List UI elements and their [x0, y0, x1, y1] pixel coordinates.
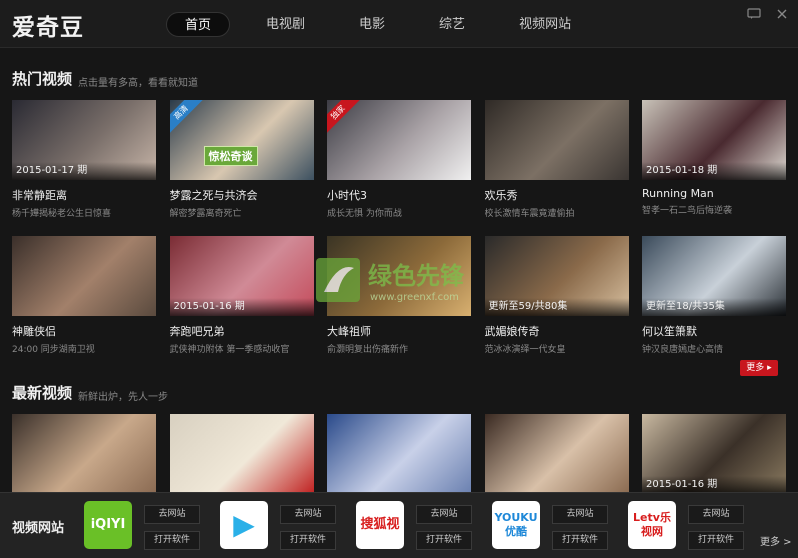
more-hot-videos-button[interactable]: 更多 ▸ [740, 360, 778, 376]
video-title[interactable]: 欢乐秀 [485, 187, 629, 203]
tab-variety[interactable]: 综艺 [421, 12, 483, 37]
video-card[interactable]: 独家 小时代3 成长无惧 为你而战 [327, 100, 471, 219]
video-card[interactable]: 高清 惊松奇谈 梦露之死与共济会 解密梦露离奇死亡 [169, 100, 314, 219]
letv-logo[interactable]: Letv乐视网 [628, 501, 676, 549]
video-thumbnail[interactable]: 2015-01-18 期 [642, 100, 786, 180]
site-iqiyi: iQIYI 去网站 打开软件 [84, 501, 204, 551]
video-description: 钟汉良唐嫣虐心高情 [642, 345, 724, 355]
video-description: 武侠神功附体 第一季感动收官 [169, 345, 290, 355]
video-title[interactable]: 非常静距离 [12, 187, 156, 203]
tab-movies[interactable]: 电影 [341, 12, 403, 37]
video-description: 智孝一石二鸟后悔逆袭 [642, 206, 733, 216]
video-card[interactable]: 2015-01-17 期 非常静距离 杨千嬅揭秘老公生日惊喜 [12, 100, 156, 219]
video-description: 成长无惧 为你而战 [327, 209, 402, 219]
video-thumbnail[interactable]: 2015-01-16 期 [642, 414, 786, 494]
video-thumbnail[interactable] [327, 414, 471, 494]
go-website-button[interactable]: 去网站 [416, 505, 472, 524]
app-logo: 爱奇豆 [12, 15, 84, 41]
episode-label: 2015-01-17 期 [12, 162, 156, 180]
video-card[interactable]: 2015-01-18 期 Running Man 智孝一石二鸟后悔逆袭 [642, 100, 786, 219]
site-tencent-video: ▶ 去网站 打开软件 [220, 501, 340, 551]
video-thumbnail[interactable] [12, 236, 156, 316]
open-app-button[interactable]: 打开软件 [280, 531, 336, 550]
open-app-button[interactable]: 打开软件 [552, 531, 608, 550]
episode-label: 2015-01-16 期 [169, 298, 314, 316]
tab-tv-series[interactable]: 电视剧 [248, 12, 323, 37]
video-title[interactable]: 何以笙箫默 [642, 323, 786, 339]
video-thumbnail[interactable] [12, 414, 156, 494]
episode-label: 2015-01-18 期 [642, 162, 786, 180]
open-app-button[interactable]: 打开软件 [144, 531, 200, 550]
video-sites-bar: 视频网站 iQIYI 去网站 打开软件 ▶ 去网站 打开软件 搜狐视频 去网站 … [0, 492, 798, 558]
go-website-button[interactable]: 去网站 [280, 505, 336, 524]
video-card[interactable] [12, 414, 156, 494]
video-card[interactable]: 2015-01-16 期 [642, 414, 786, 494]
video-title[interactable]: 神雕侠侣 [12, 323, 156, 339]
site-sohu-video: 搜狐视频 去网站 打开软件 [356, 501, 476, 551]
top-bar: 爱奇豆 首页 电视剧 电影 综艺 视频网站 [0, 0, 798, 48]
video-title[interactable]: 大峰祖师 [327, 323, 471, 339]
site-watermark: 绿色先锋 www.greenxf.com [314, 252, 514, 308]
video-description: 范冰冰演绎一代女皇 [484, 345, 566, 355]
video-card[interactable] [327, 414, 471, 494]
go-website-button[interactable]: 去网站 [552, 505, 608, 524]
youku-logo[interactable]: YOUKU优酷 [492, 501, 540, 549]
video-title[interactable]: 小时代3 [327, 187, 471, 203]
video-card[interactable]: 欢乐秀 校长激情车震竟遭偷拍 [484, 100, 629, 219]
latest-row: 2015-01-16 期 [12, 414, 786, 494]
video-description: 解密梦露离奇死亡 [169, 209, 242, 219]
watermark-text: 绿色先锋 [368, 262, 465, 290]
video-thumbnail[interactable]: 2015-01-17 期 [12, 100, 156, 180]
go-website-button[interactable]: 去网站 [688, 505, 744, 524]
exclusive-badge: 独家 [327, 100, 361, 135]
chat-icon[interactable] [746, 8, 762, 22]
episode-label: 更新至18/共35集 [642, 298, 786, 316]
go-website-button[interactable]: 去网站 [144, 505, 200, 524]
sohu-video-logo[interactable]: 搜狐视频 [356, 501, 404, 549]
iqiyi-logo[interactable]: iQIYI [84, 501, 132, 549]
close-icon[interactable] [774, 8, 790, 22]
video-thumbnail[interactable]: 更新至18/共35集 [642, 236, 786, 316]
video-description: 校长激情车震竟遭偷拍 [484, 209, 575, 219]
video-title[interactable]: 梦露之死与共济会 [170, 187, 314, 203]
video-thumbnail[interactable] [169, 414, 314, 494]
open-app-button[interactable]: 打开软件 [416, 531, 472, 550]
video-title[interactable]: 奔跑吧兄弟 [170, 323, 314, 339]
video-thumbnail[interactable]: 2015-01-16 期 [169, 236, 314, 316]
video-card[interactable]: 更新至18/共35集 何以笙箫默 钟汉良唐嫣虐心高情 [642, 236, 786, 355]
show-logo-overlay: 惊松奇谈 [203, 146, 258, 166]
video-description: 24:00 同步湖南卫视 [12, 345, 95, 355]
video-description: 杨千嬅揭秘老公生日惊喜 [12, 209, 112, 219]
hot-section-title: 热门视频 [12, 70, 73, 88]
video-description: 俞灏明复出伤痛新作 [327, 345, 409, 355]
video-title[interactable]: 武媚娘传奇 [485, 323, 629, 339]
latest-section-title: 最新视频 [12, 384, 73, 402]
video-card[interactable] [169, 414, 314, 494]
site-youku: YOUKU优酷 去网站 打开软件 [492, 501, 612, 551]
open-app-button[interactable]: 打开软件 [688, 531, 744, 550]
watermark-url: www.greenxf.com [370, 292, 459, 303]
video-sites-label: 视频网站 [12, 521, 65, 536]
hot-section-subtitle: 点击量有多高，看看就知道 [78, 78, 198, 89]
tencent-video-logo[interactable]: ▶ [220, 501, 268, 549]
video-thumbnail[interactable] [484, 100, 629, 180]
video-card[interactable] [484, 414, 629, 494]
main-nav: 首页 电视剧 电影 综艺 视频网站 [166, 12, 607, 37]
video-title[interactable]: Running Man [642, 187, 786, 200]
latest-section-subtitle: 新鲜出炉，先人一步 [78, 392, 168, 403]
video-thumbnail[interactable] [484, 414, 629, 494]
more-sites-link[interactable]: 更多 > [760, 533, 792, 548]
video-card[interactable]: 2015-01-16 期 奔跑吧兄弟 武侠神功附体 第一季感动收官 [169, 236, 314, 355]
video-card[interactable]: 神雕侠侣 24:00 同步湖南卫视 [12, 236, 156, 355]
tab-video-sites[interactable]: 视频网站 [501, 12, 589, 37]
tab-home[interactable]: 首页 [166, 12, 231, 37]
video-thumbnail[interactable]: 独家 [327, 100, 471, 180]
hd-badge: 高清 [169, 100, 203, 135]
video-thumbnail[interactable]: 高清 惊松奇谈 [169, 100, 314, 180]
hot-row-1: 2015-01-17 期 非常静距离 杨千嬅揭秘老公生日惊喜 高清 惊松奇谈 梦… [12, 100, 786, 219]
site-letv: Letv乐视网 去网站 打开软件 [628, 501, 748, 551]
